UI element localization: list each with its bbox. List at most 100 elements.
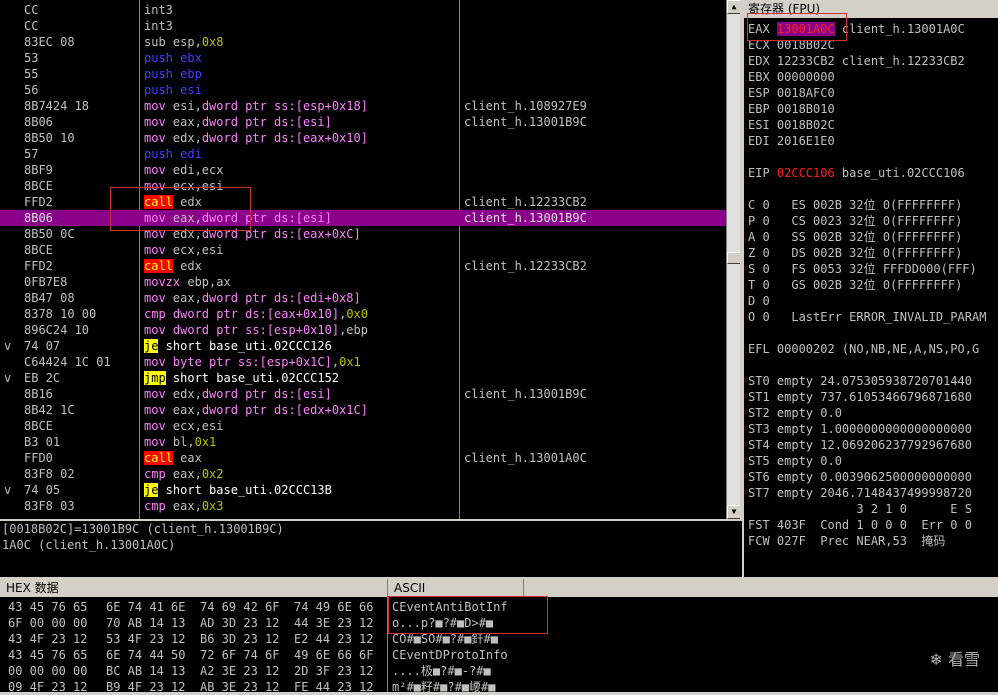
disasm-row[interactable]: 8B7424 18 mov esi,dword ptr ss:[esp+0x18]… — [0, 98, 740, 114]
registers-title[interactable]: 寄存器 (FPU) — [744, 0, 998, 18]
vertical-scrollbar[interactable]: ▲ ▼ — [726, 0, 740, 519]
disasm-row[interactable]: 56 push esi — [0, 82, 740, 98]
disasm-row[interactable]: 55 push ebp — [0, 66, 740, 82]
disasm-row[interactable]: 53 push ebx — [0, 50, 740, 66]
hex-row[interactable]: 6F 00 00 00 70 AB 14 13 AD 3D 23 12 44 3E 2… — [0, 615, 998, 631]
instruction: mov edx,dword ptr ds:[eax+0x10] — [144, 130, 458, 146]
register-line[interactable]: S 0 FS 0053 32位 FFFDD000(FFF) — [748, 261, 977, 277]
register-line[interactable]: ST5 empty 0.0 — [748, 453, 842, 469]
disasm-row[interactable]: 83F8 02 cmp eax,0x2 — [0, 466, 740, 482]
disasm-row[interactable]: 896C24 10 mov dword ptr ss:[esp+0x10],ebp — [0, 322, 740, 338]
hex-bytes: 57 — [24, 147, 39, 161]
instruction: push ebx — [144, 50, 458, 66]
disasm-row[interactable]: 0FB7E8 movzx ebp,ax — [0, 274, 740, 290]
instruction: mov eax,dword ptr ds:[edx+0x1C] — [144, 402, 458, 418]
disasm-row[interactable]: 83EC 08 sub esp,0x8 — [0, 34, 740, 50]
hex-row[interactable]: 43 4F 23 12 53 4F 23 12 B6 3D 23 12 E2 44 2… — [0, 631, 998, 647]
instruction-token: push esi — [144, 83, 202, 97]
register-line[interactable]: ST0 empty 24.075305938720701440 — [748, 373, 972, 389]
disasm-row[interactable]: v EB 2C jmp short base_uti.02CCC152 — [0, 370, 740, 386]
disasm-row[interactable]: 8B50 10 mov edx,dword ptr ds:[eax+0x10] — [0, 130, 740, 146]
disasm-row[interactable]: FFD0 call eax client_h.13001A0C — [0, 450, 740, 466]
disasm-row[interactable]: 8378 10 00 cmp dword ptr ds:[eax+0x10],0x… — [0, 306, 740, 322]
register-line[interactable]: A 0 SS 002B 32位 0(FFFFFFFF) — [748, 229, 962, 245]
scroll-thumb[interactable] — [727, 252, 740, 264]
hex-bytes: B3 01 — [24, 435, 61, 449]
disasm-row[interactable]: 8B42 1C mov eax,dword ptr ds:[edx+0x1C] — [0, 402, 740, 418]
disasm-row[interactable]: 8BCE mov ecx,esi — [0, 178, 740, 194]
register-line[interactable]: D 0 — [748, 293, 770, 309]
hex-row[interactable]: 09 4F 23 12 B9 4F 23 12 AB 3E 23 12 FE 44 2… — [0, 679, 998, 695]
hex-row[interactable]: 00 00 00 00 BC AB 14 13 A2 3E 23 12 2D 3F 2… — [0, 663, 998, 679]
hex-group: 2D 3F 23 12 — [294, 664, 374, 678]
instruction-token: je — [144, 483, 159, 497]
scroll-up-icon[interactable]: ▲ — [727, 0, 740, 14]
disasm-row[interactable]: v 74 05 je short base_uti.02CCC13B — [0, 482, 740, 498]
disasm-row[interactable]: CC int3 — [0, 18, 740, 34]
disassembly-pane[interactable]: CC int3 CC int3 83EC 08 sub esp,0x8 53 push ebx… — [0, 0, 740, 519]
hex-bytes: 8B47 08 — [24, 291, 75, 305]
disasm-row[interactable]: 8B16 mov edx,dword ptr ds:[esi] client_h.1… — [0, 386, 740, 402]
register-line[interactable]: ST2 empty 0.0 — [748, 405, 842, 421]
instruction-token: int3 — [144, 19, 173, 33]
instruction-token: dword ptr ds:[esi] — [201, 115, 332, 129]
disasm-row[interactable]: 83F8 03 cmp eax,0x3 — [0, 498, 740, 514]
instruction: mov ecx,esi — [144, 178, 458, 194]
register-line[interactable]: EAX 13001A0C client_h.13001A0C — [748, 21, 965, 37]
disasm-row[interactable]: FFD2 call edx client_h.12233CB2 — [0, 194, 740, 210]
disasm-row[interactable]: 8B50 0C mov edx,dword ptr ds:[eax+0xC] — [0, 226, 740, 242]
instruction-token: mov — [144, 243, 173, 257]
scroll-down-icon[interactable]: ▼ — [727, 505, 740, 519]
hex-row[interactable]: 43 45 76 65 6E 74 41 6E 74 69 42 6F 74 49 6… — [0, 599, 998, 615]
disasm-row[interactable]: 8BF9 mov edi,ecx — [0, 162, 740, 178]
hex-group: B6 3D 23 12 — [200, 632, 280, 646]
register-line[interactable]: EBX 00000000 — [748, 69, 835, 85]
ascii-text: o...p?■?#■D>#■ — [392, 616, 494, 630]
register-line[interactable]: ESI 0018B02C — [748, 117, 835, 133]
register-line[interactable]: EIP 02CCC106 base_uti.02CCC106 — [748, 165, 965, 181]
hex-column-header[interactable]: HEX 数据 — [0, 579, 388, 597]
info-pane[interactable]: [0018B02C]=13001B9C (client_h.13001B9C) … — [0, 521, 742, 577]
disasm-row[interactable]: FFD2 call edx client_h.12233CB2 — [0, 258, 740, 274]
disasm-row[interactable]: v 74 07 je short base_uti.02CCC126 — [0, 338, 740, 354]
disasm-row-selected[interactable]: 8B06 mov eax,dword ptr ds:[esi] client_h.1… — [0, 210, 740, 226]
register-line[interactable]: O 0 LastErr ERROR_INVALID_PARAM — [748, 309, 986, 325]
disasm-row[interactable]: 8B47 08 mov eax,dword ptr ds:[edi+0x8] — [0, 290, 740, 306]
instruction: mov edi,ecx — [144, 162, 458, 178]
register-line[interactable]: EBP 0018B010 — [748, 101, 835, 117]
disasm-row[interactable]: CC int3 — [0, 2, 740, 18]
register-line[interactable]: Z 0 DS 002B 32位 0(FFFFFFFF) — [748, 245, 962, 261]
register-line[interactable]: ESP 0018AFC0 — [748, 85, 835, 101]
register-line[interactable]: EDX 12233CB2 client_h.12233CB2 — [748, 53, 965, 69]
register-line[interactable]: ST3 empty 1.0000000000000000000 — [748, 421, 972, 437]
disasm-row[interactable]: 8BCE mov ecx,esi — [0, 418, 740, 434]
disasm-row[interactable]: 8BCE mov ecx,esi — [0, 242, 740, 258]
register-line[interactable]: ECX 0018B02C — [748, 37, 835, 53]
instruction-token: esp — [172, 35, 195, 49]
disasm-row[interactable]: B3 01 mov bl,0x1 — [0, 434, 740, 450]
register-line[interactable]: FST 403F Cond 1 0 0 0 Err 0 0 — [748, 517, 972, 533]
hex-row[interactable]: 43 45 76 65 6E 74 44 50 72 6F 74 6F 49 6E 6… — [0, 647, 998, 663]
register-text: T 0 GS 002B 32位 0(FFFFFFFF) — [748, 278, 963, 292]
register-line[interactable]: P 0 CS 0023 32位 0(FFFFFFFF) — [748, 213, 962, 229]
register-line[interactable]: C 0 ES 002B 32位 0(FFFFFFFF) — [748, 197, 962, 213]
disasm-row[interactable]: C64424 1C 01 mov byte ptr ss:[esp+0x1C],0… — [0, 354, 740, 370]
register-line[interactable]: T 0 GS 002B 32位 0(FFFFFFFF) — [748, 277, 962, 293]
register-line[interactable]: ST4 empty 12.069206237792967680 — [748, 437, 972, 453]
disasm-row[interactable]: 8B06 mov eax,dword ptr ds:[esi] client_h.1… — [0, 114, 740, 130]
hex-bytes: 8B06 — [24, 211, 53, 225]
ascii-column-header[interactable]: ASCII — [388, 579, 524, 597]
register-text: ECX 0018B02C — [748, 38, 835, 52]
disasm-row[interactable]: 57 push edi — [0, 146, 740, 162]
register-line[interactable]: ST1 empty 737.61053466796871680 — [748, 389, 972, 405]
register-line[interactable]: 3 2 1 0 E S — [748, 501, 972, 517]
instruction-token: push ebx — [144, 51, 202, 65]
register-line[interactable]: ST6 empty 0.0039062500000000000 — [748, 469, 972, 485]
register-line[interactable]: FCW 027F Prec NEAR,53 掩码 — [748, 533, 945, 549]
register-line[interactable]: EFL 00000202 (NO,NB,NE,A,NS,PO,G — [748, 341, 979, 357]
register-line[interactable]: ST7 empty 2046.7148437499998720 — [748, 485, 972, 501]
registers-pane[interactable]: 寄存器 (FPU) EAX 13001A0C client_h.13001A0C… — [744, 0, 998, 577]
instruction-token: dword ptr ds:[eax+0x10] — [201, 131, 368, 145]
register-line[interactable]: EDI 2016E1E0 — [748, 133, 835, 149]
hex-dump-pane[interactable]: HEX 数据 ASCII 43 45 76 65 6E 74 41 6E 74 69… — [0, 579, 998, 695]
